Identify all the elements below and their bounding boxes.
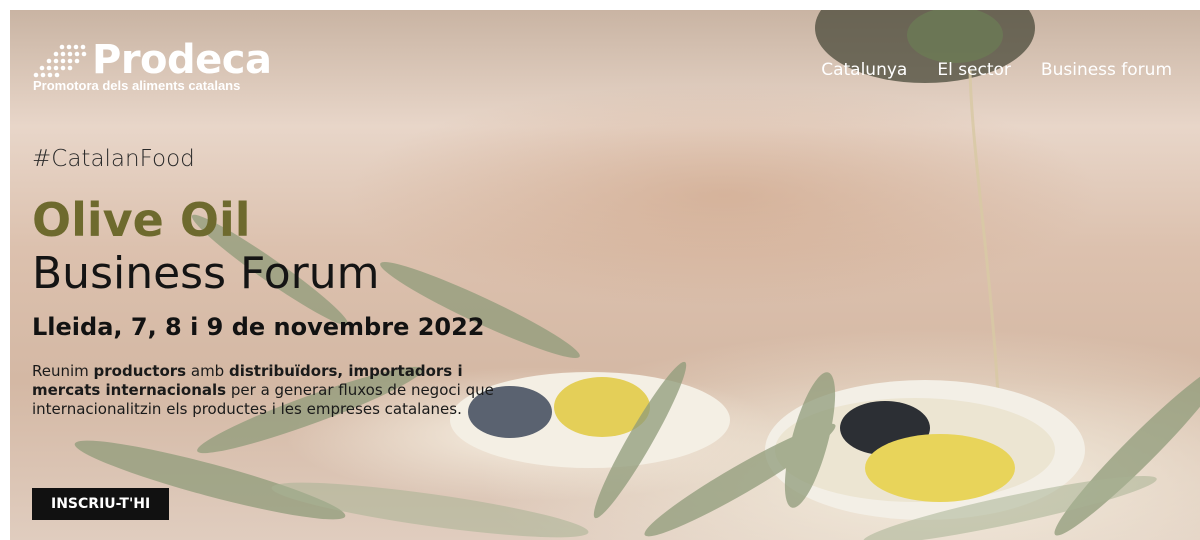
main-nav: Catalunya El sector Business forum xyxy=(821,60,1172,80)
prodeca-logo[interactable]: Prodeca Promotora dels aliments catalans xyxy=(32,40,272,93)
hero-banner: Prodeca Promotora dels aliments catalans… xyxy=(10,10,1200,540)
hero-description: Reunim productors amb distribuïdors, imp… xyxy=(32,362,502,419)
desc-bold-1: productors xyxy=(93,362,187,380)
nav-item-catalunya[interactable]: Catalunya xyxy=(821,60,907,80)
hero-title-accent: Olive Oil xyxy=(32,193,251,247)
register-button[interactable]: INSCRIU-T'HI xyxy=(32,488,170,520)
nav-item-el-sector[interactable]: El sector xyxy=(937,60,1011,80)
event-date-location: Lleida, 7, 8 i 9 de novembre 2022 xyxy=(32,313,485,341)
logo-tagline: Promotora dels aliments catalans xyxy=(33,78,241,93)
desc-text-1: Reunim xyxy=(32,362,94,380)
hashtag-text: #CatalanFood xyxy=(32,146,195,172)
nav-item-business-forum[interactable]: Business forum xyxy=(1041,60,1172,80)
hero-title: Business Forum xyxy=(32,248,380,299)
desc-text-2: amb xyxy=(186,362,229,380)
dots-logo-icon xyxy=(33,44,87,78)
logo-name: Prodeca xyxy=(92,37,272,83)
